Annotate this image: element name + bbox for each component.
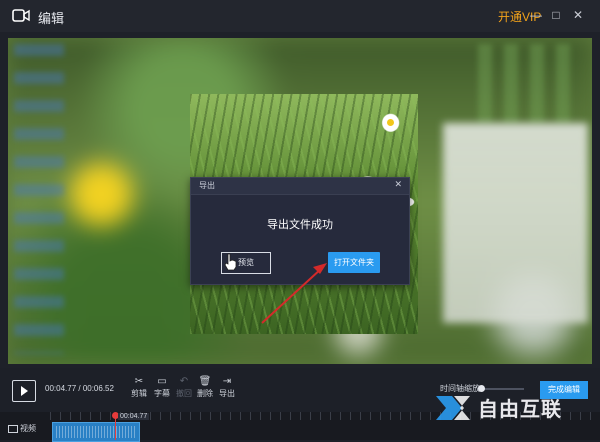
play-button[interactable] [12,380,36,402]
track-label-text: 视频 [20,424,36,433]
export-label: 导出 [219,389,235,398]
clip-waveform [56,426,136,438]
total-time: 00:06.52 [82,384,114,393]
export-button[interactable]: ⇥ 导出 [214,376,240,399]
video-clip[interactable] [52,422,140,442]
undo-label: 撤回 [176,389,192,398]
time-separator: / [76,384,83,393]
video-track-label: 视频 [8,423,36,434]
play-icon [21,386,28,396]
cut-label: 剪辑 [131,389,147,398]
delete-label: 删除 [197,389,213,398]
current-time: 00:04.77 [45,384,77,393]
watermark-text: 自由互联 [478,399,562,421]
subtitle-label: 字幕 [154,389,170,398]
playhead-time: 00:04.77 [118,413,150,420]
time-display: 00:04.77 / 00:06.52 [45,384,114,393]
export-icon: ⇥ [222,376,232,387]
